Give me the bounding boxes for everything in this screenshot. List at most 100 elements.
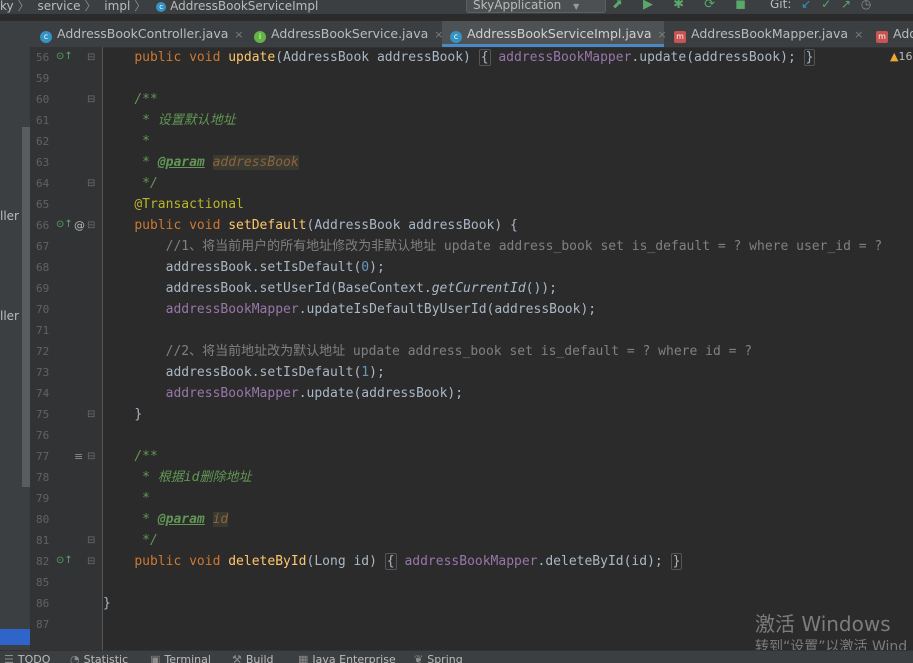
class-icon: c <box>450 31 462 43</box>
git-history-icon[interactable]: ◷ <box>861 0 871 11</box>
folded-code-marker[interactable]: { <box>478 49 491 66</box>
line-number: 66 <box>36 219 50 232</box>
run-configuration-selector[interactable]: SkyApplication ▼ <box>466 0 606 13</box>
tab-label: AddressBookController.java <box>57 26 229 41</box>
line-number: 77 <box>36 450 50 463</box>
line-number: 60 <box>36 93 50 106</box>
fold-icon[interactable]: ⊟ <box>87 220 95 231</box>
code-line: * @param id <box>134 512 229 527</box>
override-icon[interactable]: ⊙↑ <box>56 51 73 62</box>
code-line: */ <box>134 176 158 191</box>
editor-tabs: c AddressBookController.java × i AddressBoo… <box>0 21 913 48</box>
line-number: 64 <box>36 177 50 190</box>
code-line: * @param addressBook <box>134 155 299 170</box>
code-line: addressBook.setIsDefault(0); <box>134 260 385 275</box>
line-number: 61 <box>36 114 50 127</box>
line-number: 86 <box>36 597 50 610</box>
fold-icon[interactable]: ⊟ <box>87 52 95 63</box>
project-tree-item[interactable]: ller <box>0 209 19 223</box>
warning-count: 16 <box>898 50 913 63</box>
mybatis-icon: m <box>674 31 686 43</box>
line-number: 71 <box>36 324 50 337</box>
fold-icon[interactable]: ⊟ <box>87 178 95 189</box>
git-label: Git: <box>770 0 792 11</box>
javadoc-render-icon[interactable]: ≡ <box>74 450 83 463</box>
git-commit-icon[interactable]: ✓ <box>821 0 831 11</box>
fold-icon[interactable]: ⊟ <box>87 556 95 567</box>
breadcrumb-item-impl[interactable]: impl <box>104 0 130 13</box>
breadcrumb-separator: 〉 <box>84 0 97 13</box>
git-update-icon[interactable]: ↙ <box>801 0 811 11</box>
code-line: @Transactional <box>134 197 244 212</box>
breadcrumb-item-class[interactable]: AddressBookServiceImpl <box>170 0 318 13</box>
tab-label: AddressBookMapper.java <box>691 26 849 41</box>
override-icon[interactable]: ⊙↑ <box>56 219 73 230</box>
project-tree-item[interactable]: ller <box>0 309 19 323</box>
line-number: 81 <box>36 534 50 547</box>
tab-addressbook-mapper[interactable]: m AddressBookMapper.java × <box>666 21 866 47</box>
editor-gutter: 56 ⊙↑ ⊟ 59 60 ⊟ 61 62 63 64 ⊟ 65 66 ⊙↑ @… <box>30 47 103 650</box>
breadcrumb-item-service[interactable]: service <box>37 0 80 13</box>
code-editor[interactable]: public void update(AddressBook addressBo… <box>103 47 913 650</box>
folded-code-marker[interactable]: { <box>384 553 397 570</box>
code-line: public void update(AddressBook addressBo… <box>134 49 816 66</box>
class-icon: c <box>156 1 167 12</box>
tab-label: AddressBookService.java <box>271 26 429 41</box>
navigation-bar: ky 〉 service 〉 impl 〉 c AddressBookServiceIm… <box>0 0 913 14</box>
code-line: public void deleteById(Long id) { addres… <box>134 553 683 570</box>
code-line: //2、将当前地址改为默认地址 update address_book set … <box>134 344 753 359</box>
line-number: 65 <box>36 198 50 211</box>
git-push-icon[interactable]: ↗ <box>841 0 851 11</box>
folded-code-marker[interactable]: } <box>670 553 683 570</box>
code-line: /** <box>134 92 158 107</box>
override-icon[interactable]: ⊙↑ <box>56 555 73 566</box>
breadcrumb-separator: 〉 <box>134 0 147 13</box>
line-number: 59 <box>36 72 50 85</box>
line-number: 87 <box>36 618 50 631</box>
mybatis-icon: m <box>876 31 888 43</box>
run-toolbar[interactable]: ⬈ ▶ ✱ ⟳ ◼ <box>612 0 754 12</box>
tab-label: AddressBookServiceImpl.java <box>467 26 652 41</box>
code-line: addressBook.setIsDefault(1); <box>134 365 385 380</box>
close-icon[interactable]: × <box>854 28 863 41</box>
line-number: 69 <box>36 282 50 295</box>
chevron-down-icon: ▼ <box>573 2 580 11</box>
tab-label: Addr <box>893 26 913 41</box>
inspection-widget[interactable]: ▲16 <box>890 50 912 63</box>
breadcrumb: ky 〉 service 〉 impl 〉 c AddressBookServiceIm… <box>0 0 322 14</box>
interface-icon: i <box>254 31 266 43</box>
line-number: 70 <box>36 303 50 316</box>
activation-watermark-title: 激活 Windows <box>755 612 891 636</box>
line-number: 76 <box>36 429 50 442</box>
line-number: 85 <box>36 576 50 589</box>
fold-icon[interactable]: ⊟ <box>87 451 95 462</box>
breadcrumb-separator: 〉 <box>17 0 30 13</box>
tool-window-bar: ☰ TODO ◔ Statistic ▣ Terminal ⚒ Build ▦ Java … <box>0 650 913 663</box>
line-number: 62 <box>36 135 50 148</box>
code-line: * 设置默认地址 <box>134 113 236 128</box>
tab-addressbook-service[interactable]: i AddressBookService.java × <box>246 21 443 47</box>
fold-icon[interactable]: ⊟ <box>87 535 95 546</box>
run-config-label: SkyApplication <box>473 0 562 12</box>
code-line: * 根据id删除地址 <box>134 470 252 485</box>
breadcrumb-item-project[interactable]: ky <box>0 0 14 13</box>
tab-addressbook-controller[interactable]: c AddressBookController.java × <box>32 21 244 47</box>
fold-icon[interactable]: ⊟ <box>87 409 95 420</box>
scrollbar[interactable] <box>22 127 30 487</box>
code-line: //1、将当前用户的所有地址修改为非默认地址 update address_bo… <box>134 239 883 254</box>
annotation-icon[interactable]: @ <box>74 219 85 232</box>
selected-indicator <box>0 629 30 645</box>
code-line: */ <box>134 533 158 548</box>
line-number: 82 <box>36 555 50 568</box>
code-line: public void setDefault(AddressBook addre… <box>134 218 518 233</box>
tab-addressbook-overflow[interactable]: m Addr <box>868 21 913 47</box>
line-number: 63 <box>36 156 50 169</box>
project-panel-edge: ller ller <box>0 47 30 650</box>
line-number: 68 <box>36 261 50 274</box>
fold-icon[interactable]: ⊟ <box>87 94 95 105</box>
folded-code-marker[interactable]: } <box>803 49 816 66</box>
line-number: 80 <box>36 513 50 526</box>
line-number: 72 <box>36 345 50 358</box>
close-icon[interactable]: × <box>234 28 243 41</box>
tab-addressbook-service-impl[interactable]: c AddressBookServiceImpl.java × <box>442 21 667 47</box>
